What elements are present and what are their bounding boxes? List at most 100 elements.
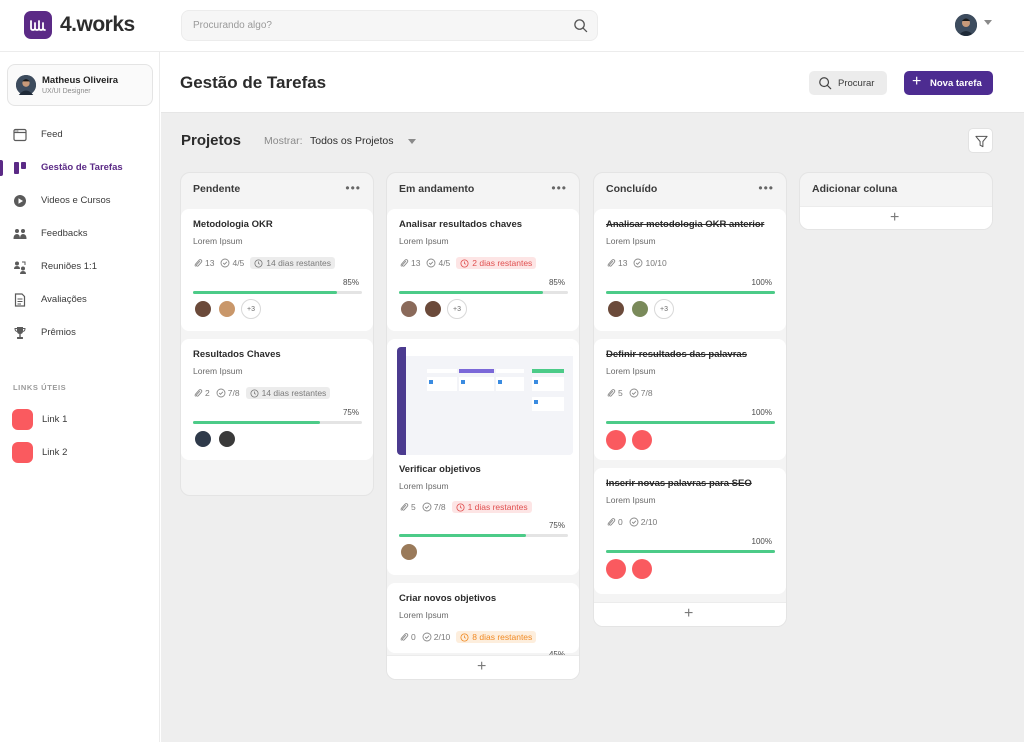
avatar[interactable] <box>423 299 443 319</box>
sidebar-item-tasks[interactable]: Gestão de Tarefas <box>0 155 160 181</box>
sidebar-item-meetings[interactable]: Reuniões 1:1 <box>0 254 160 280</box>
alert-icon <box>456 502 465 512</box>
avatar[interactable] <box>606 430 626 450</box>
sidebar-item-videos[interactable]: Videos e Cursos <box>0 188 160 214</box>
avatar[interactable] <box>606 559 626 579</box>
progress-bar <box>606 421 775 424</box>
more-assignees[interactable]: +3 <box>241 299 261 319</box>
column-title: Em andamento <box>399 183 475 195</box>
task-card[interactable]: Definir resultados das palavras Lorem Ip… <box>594 339 786 460</box>
filter-button[interactable] <box>968 128 993 153</box>
attachments-count: 5 <box>399 502 416 512</box>
sidebar-item-evaluations[interactable]: Avaliações <box>0 287 160 313</box>
attachments-count: 2 <box>193 388 210 398</box>
avatar[interactable] <box>193 429 213 449</box>
new-task-button[interactable]: + Nova tarefa <box>904 71 993 95</box>
task-cover-image[interactable] <box>397 347 573 455</box>
search-icon[interactable] <box>573 18 588 33</box>
useful-link-1[interactable]: Link 1 <box>12 409 152 431</box>
task-card[interactable]: Verificar objetivos Lorem Ipsum 5 7/8 1 … <box>387 339 579 575</box>
add-column[interactable]: Adicionar coluna + <box>799 172 993 230</box>
task-title: Criar novos objetivos <box>399 593 497 604</box>
clock-icon <box>250 388 259 398</box>
clock-icon <box>254 258 263 268</box>
add-card-button[interactable]: + <box>387 655 579 679</box>
task-card[interactable]: Resultados Chaves Lorem Ipsum 2 7/8 14 d… <box>181 339 373 460</box>
avatar[interactable] <box>399 299 419 319</box>
user-avatar[interactable] <box>955 14 977 36</box>
task-card[interactable]: Metodologia OKR Lorem Ipsum 13 4/5 14 di… <box>181 209 373 331</box>
deadline-badge: 14 dias restantes <box>245 387 331 399</box>
paperclip-icon <box>607 518 616 526</box>
chevron-down-icon[interactable] <box>408 139 416 144</box>
avatar[interactable] <box>632 430 652 450</box>
useful-link-2[interactable]: Link 2 <box>12 442 152 464</box>
avatar[interactable] <box>630 299 650 319</box>
check-circle-icon <box>634 258 643 268</box>
more-options-icon[interactable]: ••• <box>758 181 774 195</box>
brand-logo-icon[interactable] <box>24 11 52 39</box>
assignees: +3 <box>193 299 265 319</box>
search-input[interactable] <box>193 11 553 40</box>
more-assignees[interactable]: +3 <box>447 299 467 319</box>
paperclip-icon <box>400 633 409 641</box>
more-options-icon[interactable]: ••• <box>345 181 361 195</box>
task-title: Resultados Chaves <box>193 349 281 360</box>
assignees <box>399 542 423 562</box>
attachments-count: 13 <box>399 258 420 268</box>
page-title: Gestão de Tarefas <box>180 73 327 92</box>
global-search[interactable] <box>181 10 598 41</box>
progress-bar <box>193 421 362 424</box>
main-content: Gestão de Tarefas Procurar + Nova tarefa… <box>161 52 1024 742</box>
assignees: +3 <box>606 299 678 319</box>
progress-percent: 85% <box>342 278 359 287</box>
assignees <box>606 430 658 450</box>
avatar[interactable] <box>217 429 237 449</box>
page-header: Gestão de Tarefas Procurar + Nova tarefa <box>161 52 1024 113</box>
task-meta: 5 7/8 <box>606 386 653 400</box>
avatar[interactable] <box>399 542 419 562</box>
task-subtitle: Lorem Ipsum <box>193 366 243 376</box>
progress-fill <box>193 291 337 294</box>
sidebar-item-awards[interactable]: Prêmios <box>0 320 160 346</box>
add-card-button[interactable]: + <box>594 602 786 626</box>
sidebar-item-feedbacks[interactable]: Feedbacks <box>0 221 160 247</box>
more-options-icon[interactable]: ••• <box>551 181 567 195</box>
brand-name[interactable]: 4.works <box>60 13 135 37</box>
avatar[interactable] <box>217 299 237 319</box>
task-title: Definir resultados das palavras <box>606 349 747 360</box>
more-assignees[interactable]: +3 <box>654 299 674 319</box>
progress-fill <box>606 291 775 294</box>
avatar[interactable] <box>632 559 652 579</box>
profile-card[interactable]: Matheus Oliveira UX/UI Designer <box>7 64 153 106</box>
task-title: Analisar metodologia OKR anterior <box>606 219 765 230</box>
progress-fill <box>193 421 320 424</box>
task-card[interactable]: Analisar resultados chaves Lorem Ipsum 1… <box>387 209 579 331</box>
chevron-down-icon[interactable] <box>984 20 992 25</box>
check-circle-icon <box>629 517 639 527</box>
task-meta: 5 7/8 1 dias restantes <box>399 500 532 514</box>
search-button[interactable]: Procurar <box>809 71 887 95</box>
task-subtitle: Lorem Ipsum <box>399 610 449 620</box>
project-filter-select[interactable]: Todos os Projetos <box>310 135 393 147</box>
deadline-badge: 1 dias restantes <box>451 501 532 513</box>
filter-icon <box>975 135 988 148</box>
checklist-count: 7/8 <box>422 502 446 512</box>
link-label: Link 2 <box>42 447 68 458</box>
task-card[interactable]: Criar novos objetivos Lorem Ipsum 0 2/10… <box>387 583 579 659</box>
progress-fill <box>399 291 543 294</box>
task-card[interactable]: Analisar metodologia OKR anterior Lorem … <box>594 209 786 331</box>
progress-bar <box>606 550 775 553</box>
sidebar-item-feed[interactable]: Feed <box>0 122 160 148</box>
task-card[interactable]: Inserir novas palavras para SEO Lorem Ip… <box>594 468 786 594</box>
task-subtitle: Lorem Ipsum <box>606 495 656 505</box>
avatar[interactable] <box>193 299 213 319</box>
check-circle-icon <box>629 388 639 398</box>
avatar[interactable] <box>606 299 626 319</box>
people-icon <box>13 229 27 239</box>
assignees <box>193 429 241 449</box>
add-column-button[interactable]: + <box>800 206 992 229</box>
deadline-badge: 14 dias restantes <box>250 257 336 269</box>
profile-role: UX/UI Designer <box>42 88 91 95</box>
sidebar-item-label: Feed <box>41 129 63 140</box>
